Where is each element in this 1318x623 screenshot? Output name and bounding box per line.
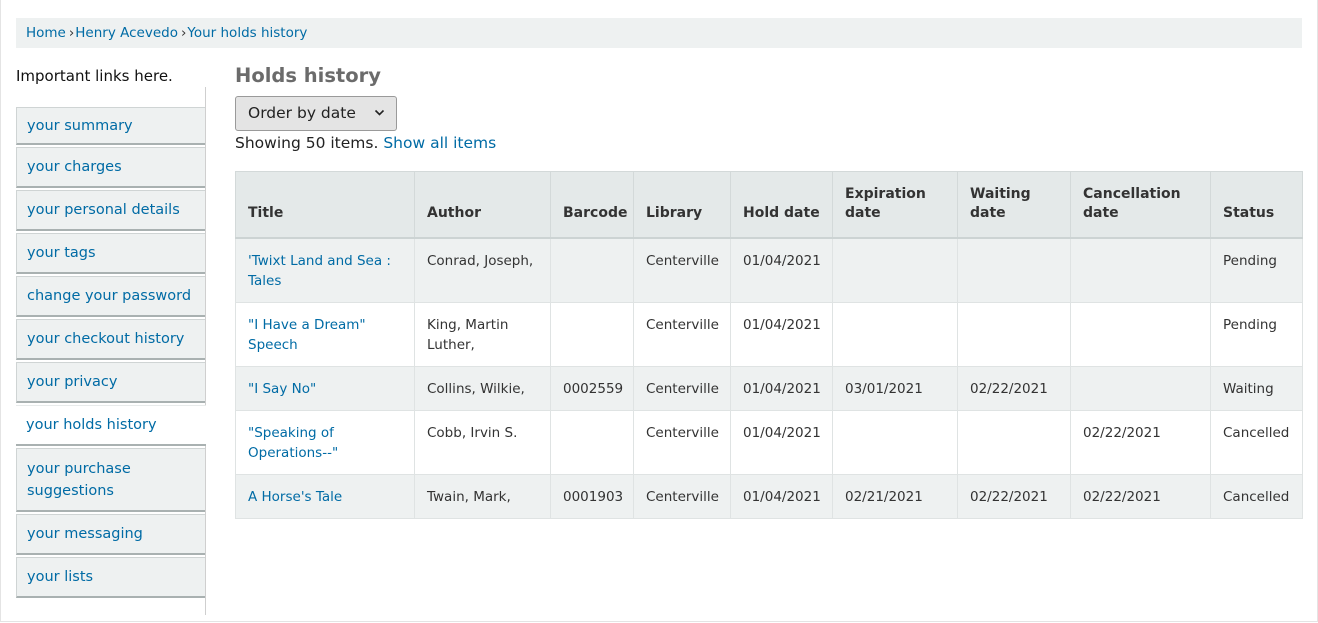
sidebar-item-your-tags[interactable]: your tags: [16, 233, 205, 274]
sidebar-item-your-charges[interactable]: your charges: [16, 147, 205, 188]
cell-expiration-date: [833, 302, 958, 366]
breadcrumb: Home›Henry Acevedo›Your holds history: [16, 18, 1302, 48]
cell-barcode: 0002559: [551, 366, 634, 410]
sidebar-item-your-personal-details[interactable]: your personal details: [16, 190, 205, 231]
cell-status: Pending: [1211, 238, 1303, 302]
cell-barcode: [551, 302, 634, 366]
cell-cancellation-date: 02/22/2021: [1071, 410, 1211, 474]
cell-library: Centerville: [634, 302, 731, 366]
order-select-value: Order by date: [248, 104, 356, 122]
breadcrumb-separator: ›: [181, 25, 186, 41]
sidebar-item-your-messaging[interactable]: your messaging: [16, 514, 205, 555]
cell-author: Collins, Wilkie,: [415, 366, 551, 410]
cell-status: Pending: [1211, 302, 1303, 366]
sidebar-item-your-holds-history[interactable]: your holds history: [16, 405, 206, 446]
cell-author: King, Martin Luther,: [415, 302, 551, 366]
chevron-down-icon: [374, 107, 385, 118]
cell-hold-date: 01/04/2021: [731, 366, 833, 410]
breadcrumb-separator: ›: [69, 25, 74, 41]
cell-waiting-date: [958, 302, 1071, 366]
cell-title: 'Twixt Land and Sea : Tales: [236, 238, 415, 302]
breadcrumb-current[interactable]: Your holds history: [187, 25, 307, 41]
user-menu: your summaryyour chargesyour personal de…: [16, 87, 206, 615]
table-row: "Speaking of Operations--" Cobb, Irvin S.…: [236, 410, 1303, 474]
holds-history-table: Title Author Barcode Library Hold date E…: [235, 171, 1303, 519]
header-author[interactable]: Author: [415, 172, 551, 239]
title-link[interactable]: "I Say No": [248, 381, 316, 397]
sidebar-item-your-purchase-suggestions[interactable]: your purchase suggestions: [16, 448, 205, 512]
title-link[interactable]: 'Twixt Land and Sea : Tales: [248, 253, 391, 289]
cell-library: Centerville: [634, 474, 731, 518]
cell-title: "Speaking of Operations--": [236, 410, 415, 474]
cell-status: Waiting: [1211, 366, 1303, 410]
header-library[interactable]: Library: [634, 172, 731, 239]
cell-barcode: 0001903: [551, 474, 634, 518]
sidebar-item-change-your-password[interactable]: change your password: [16, 276, 205, 317]
showing-count: Showing 50 items. Show all items: [235, 134, 496, 152]
table-row: 'Twixt Land and Sea : Tales Conrad, Josep…: [236, 238, 1303, 302]
cell-library: Centerville: [634, 366, 731, 410]
cell-waiting-date: [958, 410, 1071, 474]
cell-cancellation-date: 02/22/2021: [1071, 474, 1211, 518]
cell-library: Centerville: [634, 410, 731, 474]
cell-barcode: [551, 410, 634, 474]
page-title: Holds history: [235, 64, 381, 87]
show-all-items-link[interactable]: Show all items: [383, 134, 496, 152]
breadcrumb-home[interactable]: Home: [26, 25, 66, 41]
header-cancellation-date[interactable]: Cancellation date: [1071, 172, 1211, 239]
cell-hold-date: 01/04/2021: [731, 238, 833, 302]
cell-hold-date: 01/04/2021: [731, 302, 833, 366]
cell-title: "I Say No": [236, 366, 415, 410]
sidebar-item-your-privacy[interactable]: your privacy: [16, 362, 205, 403]
cell-author: Cobb, Irvin S.: [415, 410, 551, 474]
header-hold-date[interactable]: Hold date: [731, 172, 833, 239]
title-link[interactable]: "Speaking of Operations--": [248, 425, 338, 461]
title-link[interactable]: "I Have a Dream" Speech: [248, 317, 366, 353]
cell-cancellation-date: [1071, 302, 1211, 366]
showing-text: Showing 50 items.: [235, 134, 378, 152]
cell-status: Cancelled: [1211, 410, 1303, 474]
table-row: A Horse's Tale Twain, Mark,0001903Centerv…: [236, 474, 1303, 518]
cell-cancellation-date: [1071, 238, 1211, 302]
cell-waiting-date: 02/22/2021: [958, 474, 1071, 518]
cell-barcode: [551, 238, 634, 302]
cell-library: Centerville: [634, 238, 731, 302]
cell-title: A Horse's Tale: [236, 474, 415, 518]
sidebar-heading: Important links here.: [16, 62, 205, 90]
cell-cancellation-date: [1071, 366, 1211, 410]
sidebar-item-your-summary[interactable]: your summary: [16, 107, 205, 145]
header-waiting-date[interactable]: Waiting date: [958, 172, 1071, 239]
table-row: "I Say No" Collins, Wilkie,0002559Centerv…: [236, 366, 1303, 410]
cell-author: Twain, Mark,: [415, 474, 551, 518]
cell-status: Cancelled: [1211, 474, 1303, 518]
table-row: "I Have a Dream" Speech King, Martin Luth…: [236, 302, 1303, 366]
sidebar-item-your-checkout-history[interactable]: your checkout history: [16, 319, 205, 360]
title-link[interactable]: A Horse's Tale: [248, 489, 342, 505]
cell-expiration-date: 02/21/2021: [833, 474, 958, 518]
cell-waiting-date: 02/22/2021: [958, 366, 1071, 410]
breadcrumb-patron[interactable]: Henry Acevedo: [75, 25, 178, 41]
cell-expiration-date: [833, 238, 958, 302]
header-barcode[interactable]: Barcode: [551, 172, 634, 239]
cell-waiting-date: [958, 238, 1071, 302]
sidebar-item-your-lists[interactable]: your lists: [16, 557, 205, 598]
cell-hold-date: 01/04/2021: [731, 410, 833, 474]
cell-author: Conrad, Joseph,: [415, 238, 551, 302]
header-title[interactable]: Title: [236, 172, 415, 239]
sidebar: Important links here. your summaryyour c…: [16, 62, 205, 90]
header-expiration-date[interactable]: Expiration date: [833, 172, 958, 239]
cell-title: "I Have a Dream" Speech: [236, 302, 415, 366]
cell-expiration-date: [833, 410, 958, 474]
cell-hold-date: 01/04/2021: [731, 474, 833, 518]
cell-expiration-date: 03/01/2021: [833, 366, 958, 410]
order-select[interactable]: Order by date: [235, 96, 397, 131]
table-header-row: Title Author Barcode Library Hold date E…: [236, 172, 1303, 239]
header-status[interactable]: Status: [1211, 172, 1303, 239]
